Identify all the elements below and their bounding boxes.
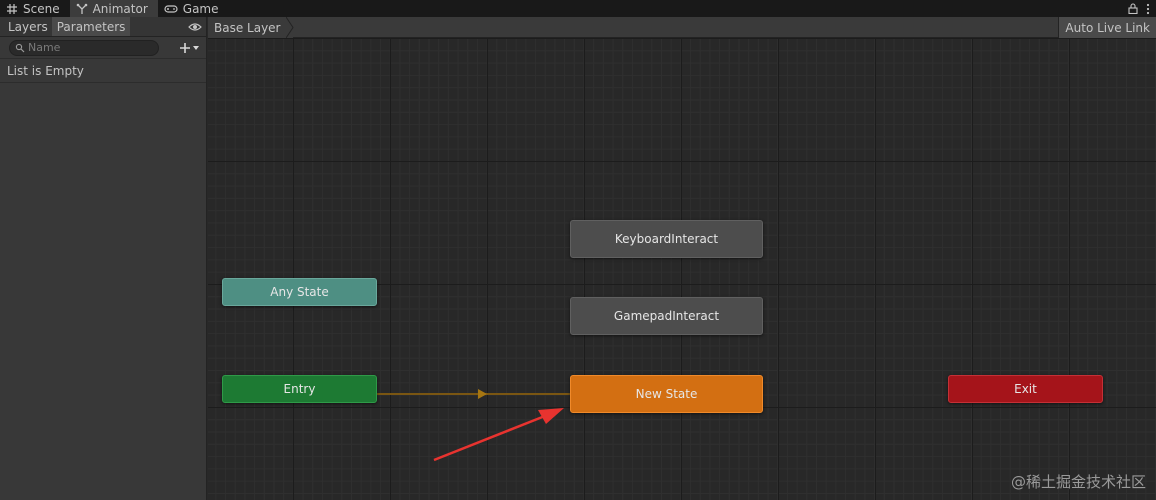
- animator-window: Scene Animator Game Layers Parameters Na…: [0, 0, 1156, 500]
- gamepad-icon: [164, 4, 178, 13]
- watermark: @稀土掘金技术社区: [1010, 473, 1146, 491]
- state-new-state[interactable]: New State: [570, 375, 763, 413]
- state-keyboard-interact[interactable]: KeyboardInteract: [570, 220, 763, 258]
- search-input[interactable]: [28, 41, 148, 54]
- tab-scene-label: Scene: [23, 1, 60, 16]
- more-options-icon[interactable]: [1146, 3, 1150, 15]
- state-any-state[interactable]: Any State: [222, 278, 377, 306]
- empty-list-message: List is Empty: [0, 59, 206, 83]
- parameters-panel: Layers Parameters Name List is Empty: [0, 17, 207, 500]
- tab-game[interactable]: Game: [158, 0, 229, 17]
- tab-layers[interactable]: Layers: [0, 17, 52, 36]
- tab-game-label: Game: [182, 1, 219, 16]
- search-field[interactable]: [9, 39, 159, 56]
- search-icon: [15, 43, 25, 52]
- animator-graph[interactable]: Base Layer Auto Live Link KeyboardIntera…: [208, 17, 1156, 500]
- window-controls: [1128, 0, 1150, 17]
- state-gamepad-interact[interactable]: GamepadInteract: [570, 297, 763, 335]
- breadcrumb-base-layer[interactable]: Base Layer: [208, 17, 293, 38]
- tab-parameters[interactable]: Parameters: [51, 17, 131, 36]
- parameter-search-row: [0, 37, 206, 59]
- state-exit[interactable]: Exit: [948, 375, 1103, 403]
- eye-icon[interactable]: [188, 20, 202, 34]
- annotation-arrow: [433, 408, 564, 462]
- tab-animator[interactable]: Animator: [69, 0, 158, 17]
- window-tab-bar: Scene Animator Game: [0, 0, 1156, 17]
- tab-animator-label: Animator: [92, 1, 148, 16]
- add-parameter-button[interactable]: [179, 42, 200, 54]
- grid-icon: [7, 3, 17, 14]
- lock-icon[interactable]: [1128, 3, 1138, 14]
- state-entry[interactable]: Entry: [222, 375, 377, 403]
- plus-icon: [180, 42, 190, 53]
- left-panel-tabs: Layers Parameters: [0, 17, 206, 37]
- transition-layer: [377, 389, 570, 462]
- auto-live-link-button[interactable]: Auto Live Link: [1058, 17, 1156, 38]
- breadcrumb-arrow-icon: [286, 17, 294, 38]
- breadcrumb-bar: Base Layer Auto Live Link: [208, 17, 1156, 38]
- animator-icon: [76, 3, 87, 14]
- tab-scene[interactable]: Scene: [0, 0, 70, 17]
- transition-arrow-icon: [478, 389, 487, 399]
- chevron-down-icon: [193, 45, 199, 50]
